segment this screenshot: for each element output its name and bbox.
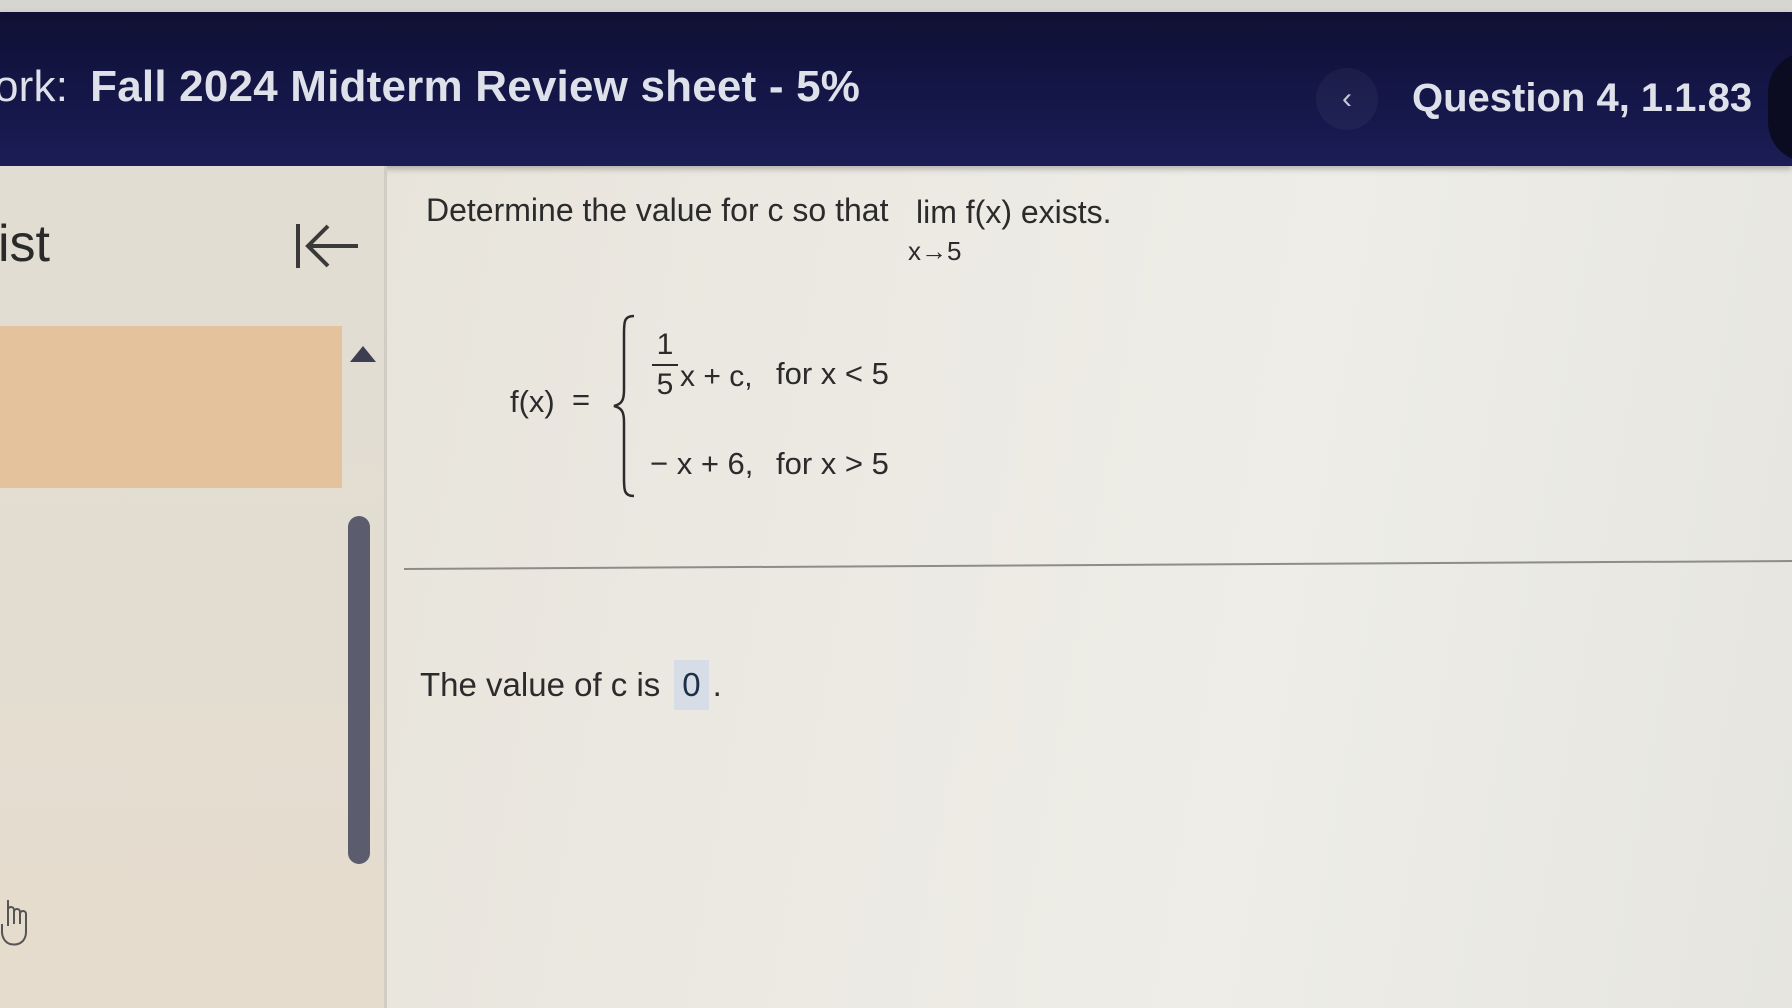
collapse-left-icon [296,224,358,268]
equals-sign: = [572,382,591,417]
case-1-condition: for x < 5 [776,356,889,391]
hand-cursor-icon [0,896,36,950]
question-list-sidebar [0,166,386,1008]
section-divider [403,559,1792,570]
assignment-name: Fall 2024 Midterm Review sheet - 5% [90,62,861,111]
question-number: Question 4, 1.1.83 [1412,76,1753,120]
case-1-expression: x + c, [680,360,753,393]
function-label: f(x) [510,384,555,419]
fraction-one-fifth: 1 5 [652,328,678,402]
case-2-condition: for x > 5 [776,446,889,481]
title-prefix: ork: [0,62,69,111]
sidebar-divider [384,166,387,1008]
limit-word: lim f(x) exists. [916,194,1112,230]
header-right-edge [1768,52,1792,162]
sidebar-item-active[interactable] [0,326,342,488]
limit-subscript: x→5 [908,236,962,266]
assignment-title: ork: Fall 2024 Midterm Review sheet - 5% [0,62,860,112]
limit-expression: lim f(x) exists. [916,194,1112,231]
question-prompt: Determine the value for c so that [426,192,889,228]
case-2-expression: − x + 6, [650,446,754,481]
answer-input[interactable]: 0 [674,660,709,710]
app-window: ork: Fall 2024 Midterm Review sheet - 5% … [0,0,1792,1008]
previous-question-button[interactable]: ‹ [1316,68,1378,130]
chevron-left-icon: ‹ [1342,82,1352,115]
answer-period: . [712,666,722,703]
header-bar: ork: Fall 2024 Midterm Review sheet - 5% … [0,12,1792,166]
answer-text: The value of c is [420,666,661,703]
sidebar-title: ist [0,215,50,273]
piecewise-brace [613,314,635,498]
fraction-numerator: 1 [656,328,674,361]
collapse-sidebar-button[interactable] [292,218,362,274]
fraction-bar [652,364,678,366]
fraction-denominator: 5 [656,368,674,401]
triangle-up-icon[interactable] [350,346,376,362]
answer-statement: The value of c is 0 . [420,660,722,710]
browser-strip [0,0,1792,12]
scrollbar-thumb[interactable] [348,516,370,864]
